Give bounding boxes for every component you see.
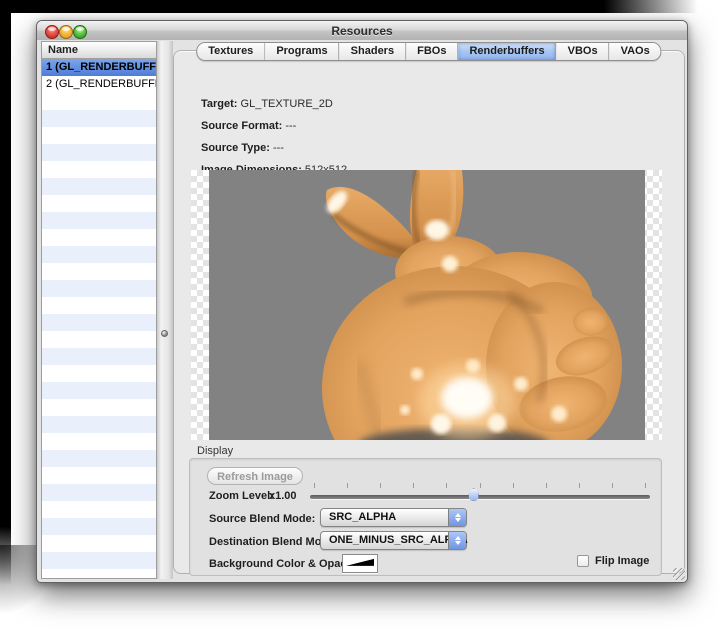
flip-image-label: Flip Image: [595, 555, 649, 567]
flip-image-checkbox[interactable]: [577, 555, 589, 567]
zoom-level-value: x1.00: [269, 490, 297, 502]
slider-tick: [413, 483, 414, 488]
window-title: Resources: [37, 24, 687, 38]
slider-tick: [380, 483, 381, 488]
source-blend-value: SRC_ALPHA: [329, 511, 396, 523]
source-blend-dropdown[interactable]: SRC_ALPHA: [320, 508, 467, 527]
target-label: Target:: [201, 98, 237, 110]
slider-tick: [579, 483, 580, 488]
display-group-label: Display: [197, 445, 233, 457]
source-type-label: Source Type:: [201, 142, 270, 154]
slider-tick: [347, 483, 348, 488]
dest-blend-label: Destination Blend Mode:: [209, 536, 338, 548]
title-bar[interactable]: Resources: [37, 21, 687, 41]
opacity-wedge-icon: [346, 558, 374, 569]
list-empty-stripes[interactable]: [42, 93, 156, 578]
source-type-value: ---: [273, 142, 284, 154]
background-color-well[interactable]: [342, 554, 378, 573]
window-content: Name 1 (GL_RENDERBUFFE…2 (GL_RENDERBUFFE…: [37, 40, 687, 582]
texture-preview-view[interactable]: [191, 170, 662, 440]
source-type-line: Source Type: ---: [201, 142, 284, 154]
tab-shaders[interactable]: Shaders: [340, 43, 406, 60]
splitter-handle[interactable]: [157, 41, 173, 579]
dest-blend-dropdown[interactable]: ONE_MINUS_SRC_ALPHA: [320, 531, 467, 550]
zoom-slider-thumb[interactable]: [468, 488, 479, 501]
slider-tick: [546, 483, 547, 488]
tab-bar: TexturesProgramsShadersFBOsRenderbuffers…: [196, 42, 661, 61]
tab-vbos[interactable]: VBOs: [557, 43, 610, 60]
source-format-value: ---: [285, 120, 296, 132]
slider-tick: [446, 483, 447, 488]
source-format-line: Source Format: ---: [201, 120, 296, 132]
list-header-name[interactable]: Name: [42, 42, 156, 59]
texture-image-bunny: [209, 170, 645, 440]
zoom-level-label: Zoom Level:: [209, 490, 274, 502]
source-blend-label: Source Blend Mode:: [209, 513, 315, 525]
resources-window: Resources Name 1 (GL_RENDERBUFFE…2 (GL_R…: [36, 20, 688, 583]
backdrop-dark-top: [0, 0, 719, 13]
zoom-slider-track[interactable]: [310, 495, 650, 499]
list-rows: 1 (GL_RENDERBUFFE…2 (GL_RENDERBUFFE…: [42, 59, 156, 93]
slider-tick: [645, 483, 646, 488]
splitter-dimple-icon: [161, 330, 168, 337]
tab-textures[interactable]: Textures: [197, 43, 265, 60]
tab-programs[interactable]: Programs: [265, 43, 339, 60]
popup-arrows-icon: [448, 509, 466, 526]
background-color-label: Background Color & Opacity:: [209, 558, 363, 570]
source-format-label: Source Format:: [201, 120, 282, 132]
slider-tick: [612, 483, 613, 488]
slider-tick: [480, 483, 481, 488]
backdrop-dark-left: [0, 0, 11, 585]
slider-tick: [513, 483, 514, 488]
slider-tick: [314, 483, 315, 488]
tab-renderbuffers[interactable]: Renderbuffers: [458, 43, 556, 60]
target-line: Target: GL_TEXTURE_2D: [201, 98, 333, 110]
tab-fbos[interactable]: FBOs: [406, 43, 458, 60]
list-item-renderbuffer-1[interactable]: 1 (GL_RENDERBUFFE…: [42, 59, 156, 76]
display-group-box: Refresh Image Zoom Level: x1.00 Source B…: [189, 458, 662, 576]
popup-arrows-icon: [448, 532, 466, 549]
refresh-image-button[interactable]: Refresh Image: [207, 467, 303, 485]
bunny-render: [209, 170, 645, 440]
resize-grip-icon[interactable]: [673, 568, 685, 580]
resource-list: Name 1 (GL_RENDERBUFFE…2 (GL_RENDERBUFFE…: [41, 41, 157, 579]
dest-blend-value: ONE_MINUS_SRC_ALPHA: [329, 534, 468, 546]
target-value: GL_TEXTURE_2D: [241, 98, 333, 110]
tab-vaos[interactable]: VAOs: [610, 43, 661, 60]
list-item-renderbuffer-2[interactable]: 2 (GL_RENDERBUFFE…: [42, 76, 156, 93]
